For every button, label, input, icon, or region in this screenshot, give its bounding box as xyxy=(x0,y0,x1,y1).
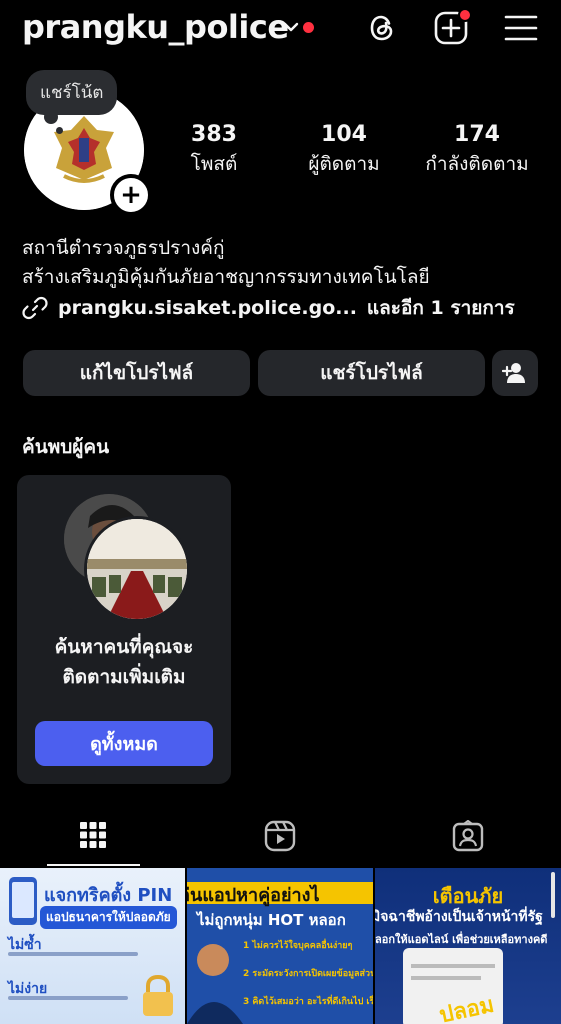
suggested-avatar-meeting xyxy=(84,516,190,622)
post-2-point-3: 3 คิดไว้เสมอว่า อะไรที่ดีเกินไป เร็ว xyxy=(243,997,373,1007)
link-icon xyxy=(22,296,48,320)
discover-card-text: ค้นหาคนที่คุณจะ ติดตามเพิ่มเติม xyxy=(17,632,231,692)
add-person-icon xyxy=(502,363,525,383)
posts-stat[interactable]: 383 โพสต์ xyxy=(176,122,252,179)
post-1-subtitle: แอปธนาคารให้ปลอดภัย xyxy=(40,906,177,929)
active-tab-indicator xyxy=(47,864,140,866)
following-count: 174 xyxy=(454,122,500,147)
create-notification-dot xyxy=(458,8,472,22)
chevron-down-icon[interactable] xyxy=(282,18,300,36)
phone-keypad-icon xyxy=(9,877,37,925)
following-stat[interactable]: 174 กำลังติดตาม xyxy=(418,122,536,179)
posts-grid-tab-icon[interactable] xyxy=(79,821,107,849)
followers-stat[interactable]: 104 ผู้ติดตาม xyxy=(296,122,392,179)
post-2-title: ล่นแอปหาคู่อย่างไ xyxy=(187,885,320,906)
post-1-title: แจกทริคตั้ง PIN xyxy=(44,885,173,906)
note-bubble-tail xyxy=(56,127,63,134)
share-profile-button[interactable]: แชร์โปรไฟล์ xyxy=(258,350,485,396)
profile-link[interactable]: prangku.sisaket.police.go... และอีก 1 รา… xyxy=(22,293,515,323)
post-2-point-2: 2 ระมัดระวังการเปิดเผยข้อมูลส่วนตั xyxy=(243,969,373,979)
chat-line xyxy=(411,964,495,968)
menu-icon[interactable] xyxy=(503,10,539,46)
discover-card-line2: ติดตามเพิ่มเติม xyxy=(62,666,186,688)
discover-card-line1: ค้นหาคนที่คุณจะ xyxy=(54,636,194,658)
followers-count: 104 xyxy=(321,122,367,147)
link-more[interactable]: และอีก 1 รายการ xyxy=(367,293,515,323)
post-thumbnail[interactable]: เตือนภัย มิจฉาชีพอ้างเป็นเจ้าหน้าที่รัฐ … xyxy=(375,868,561,1024)
share-note-bubble[interactable]: แชร์โน้ต xyxy=(26,70,118,115)
profile-name: สถานีตำรวจภูธรปรางค์กู่ xyxy=(22,237,225,259)
add-story-icon[interactable]: + xyxy=(110,174,152,216)
man-illustration xyxy=(187,944,243,1024)
post-1-text-line xyxy=(8,996,128,1000)
post-1-text-line xyxy=(8,952,138,956)
reels-tab-icon[interactable] xyxy=(264,820,296,852)
discover-people-title: ค้นพบผู้คน xyxy=(22,436,110,458)
posts-count: 383 xyxy=(191,122,237,147)
link-text[interactable]: prangku.sisaket.police.go... xyxy=(58,297,357,319)
padlock-icon xyxy=(143,974,173,1016)
profile-username[interactable]: prangku_police xyxy=(22,8,289,46)
see-all-button[interactable]: ดูทั้งหมด xyxy=(35,721,213,766)
following-label: กำลังติดตาม xyxy=(425,153,529,175)
notification-dot xyxy=(303,22,314,33)
scrollbar[interactable] xyxy=(551,872,555,918)
threads-icon[interactable] xyxy=(364,10,400,46)
followers-label: ผู้ติดตาม xyxy=(308,153,380,175)
chat-line xyxy=(411,976,481,980)
post-thumbnail[interactable]: แจกทริคตั้ง PIN แอปธนาคารให้ปลอดภัย ไม่ซ… xyxy=(0,868,185,1024)
discover-people-button[interactable] xyxy=(492,350,538,396)
profile-bio: สร้างเสริมภูมิคุ้มกันภัยอาชญากรรมทางเทคโ… xyxy=(22,266,430,288)
tagged-tab-icon[interactable] xyxy=(452,820,484,852)
post-2-subtitle: ไม่ถูกหนุ่ม HOT หลอก xyxy=(197,911,346,929)
post-thumbnail[interactable]: ล่นแอปหาคู่อย่างไ ไม่ถูกหนุ่ม HOT หลอก 1… xyxy=(187,868,373,1024)
edit-profile-button[interactable]: แก้ไขโปรไฟล์ xyxy=(23,350,250,396)
post-3-subtitle: มิจฉาชีพอ้างเป็นเจ้าหน้าที่รัฐ xyxy=(375,909,543,925)
posts-label: โพสต์ xyxy=(190,153,238,175)
post-3-line: ลอกให้แอดไลน์ เพื่อช่วยเหลือทางคดี xyxy=(375,933,548,946)
post-2-point-1: 1 ไม่ควรไว้ใจบุคคลอื่นง่ายๆ xyxy=(243,941,353,951)
